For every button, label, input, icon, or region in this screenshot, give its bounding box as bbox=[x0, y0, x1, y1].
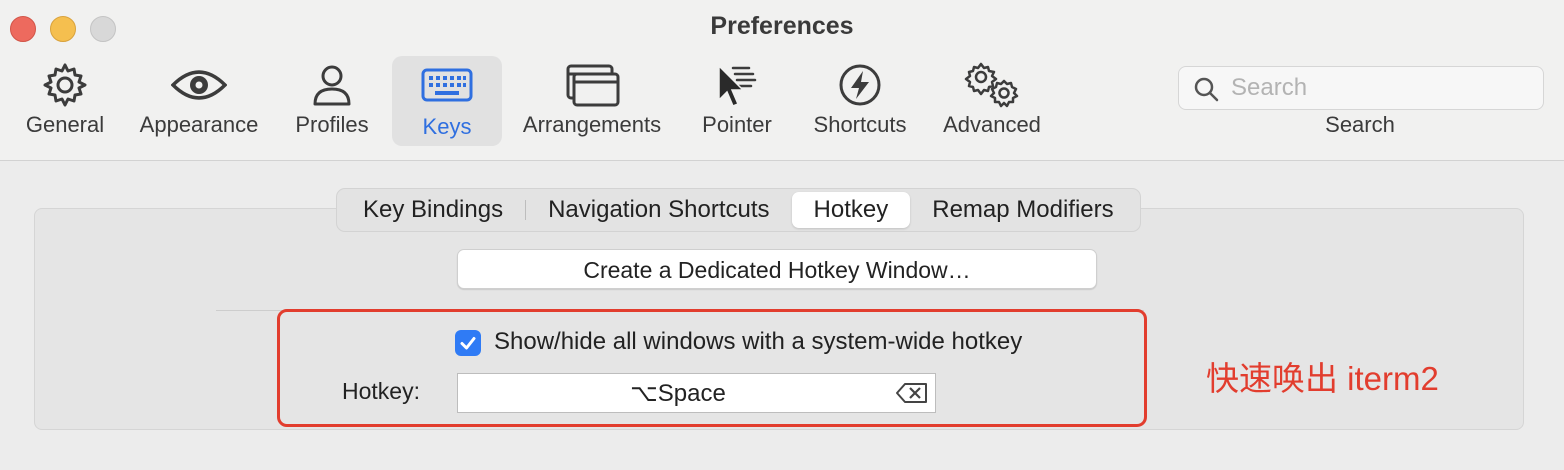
tab-remap-modifiers[interactable]: Remap Modifiers bbox=[910, 192, 1135, 228]
annotation-highlight-box bbox=[277, 309, 1147, 427]
toolbar-item-general[interactable]: General bbox=[20, 58, 110, 144]
search-field[interactable] bbox=[1178, 66, 1544, 110]
keyboard-icon bbox=[421, 56, 473, 114]
pointer-icon bbox=[715, 58, 759, 112]
toolbar-item-shortcuts[interactable]: Shortcuts bbox=[806, 58, 914, 144]
toolbar-item-profiles[interactable]: Profiles bbox=[288, 58, 376, 144]
toolbar: Preferences General Appearance Profiles … bbox=[0, 0, 1564, 161]
window-title: Preferences bbox=[710, 12, 854, 40]
toolbar-label-shortcuts: Shortcuts bbox=[813, 112, 907, 137]
annotation-text: 快速唤出 iterm2 bbox=[1206, 360, 1439, 397]
toolbar-item-advanced[interactable]: Advanced bbox=[938, 58, 1046, 144]
toolbar-label-general: General bbox=[25, 112, 105, 137]
toolbar-label-profiles: Profiles bbox=[295, 112, 369, 137]
toolbar-item-appearance[interactable]: Appearance bbox=[134, 58, 264, 144]
toolbar-label-arrangements: Arrangements bbox=[522, 112, 662, 137]
toolbar-label-appearance: Appearance bbox=[139, 112, 259, 137]
toolbar-item-keys[interactable]: Keys bbox=[392, 56, 502, 146]
person-icon bbox=[312, 58, 352, 112]
bolt-icon bbox=[838, 58, 882, 112]
tab-hotkey[interactable]: Hotkey bbox=[791, 192, 911, 228]
windows-icon bbox=[564, 58, 620, 112]
gear-icon bbox=[42, 58, 88, 112]
search-input[interactable] bbox=[1229, 71, 1533, 105]
tab-bar: Key Bindings Navigation Shortcuts Hotkey… bbox=[336, 188, 1141, 232]
search-icon bbox=[1193, 76, 1219, 107]
toolbar-label-advanced: Advanced bbox=[943, 112, 1041, 137]
eye-icon bbox=[171, 58, 227, 112]
toolbar-label-pointer: Pointer bbox=[702, 112, 772, 137]
tab-key-bindings[interactable]: Key Bindings bbox=[341, 192, 525, 228]
gears-icon bbox=[964, 58, 1020, 112]
tab-navigation-shortcuts[interactable]: Navigation Shortcuts bbox=[526, 192, 791, 228]
toolbar-item-arrangements[interactable]: Arrangements bbox=[516, 58, 668, 144]
create-hotkey-window-button[interactable]: Create a Dedicated Hotkey Window… bbox=[457, 249, 1097, 289]
search-caption: Search bbox=[1325, 112, 1395, 137]
toolbar-label-keys: Keys bbox=[422, 114, 472, 139]
toolbar-item-pointer[interactable]: Pointer bbox=[694, 58, 780, 144]
